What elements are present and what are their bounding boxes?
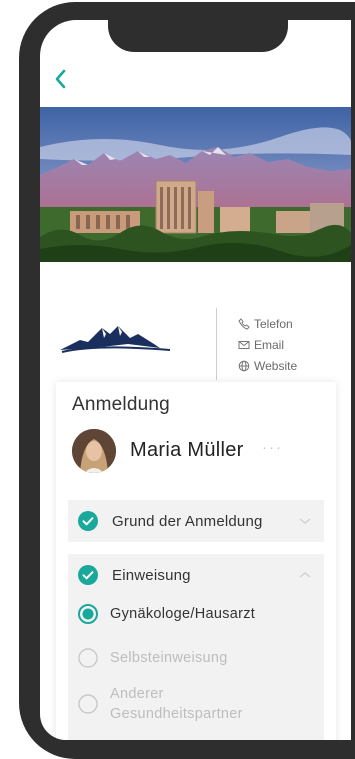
- option-anderer-gesundheitspartner[interactable]: Anderer Gesundheitspartner: [78, 684, 270, 724]
- contact-list: Telefon Email Website: [238, 313, 297, 376]
- phone-link[interactable]: Telefon: [238, 313, 297, 334]
- contact-divider: [216, 308, 217, 380]
- user-name: Maria Müller: [130, 439, 244, 461]
- hospital-hero-image: [40, 107, 351, 262]
- section-header-einweisung[interactable]: Einweisung: [68, 554, 324, 596]
- section-label-grund: Grund der Anmeldung: [112, 512, 263, 530]
- option-label: Gynäkologe/Hausarzt: [110, 606, 256, 622]
- mountain-logo: [58, 320, 176, 361]
- section-einweisung: Einweisung Gynäkologe/Hausarzt Selbstein…: [68, 554, 324, 740]
- option-label: Anderer Gesundheitspartner: [110, 686, 243, 722]
- screen: Telefon Email Website Anmeldung Maria Mü…: [40, 20, 351, 740]
- section-header-grund[interactable]: Grund der Anmeldung: [68, 500, 324, 542]
- section-label-einweisung: Einweisung: [112, 566, 191, 584]
- chevron-left-icon: [55, 69, 66, 89]
- phone-icon: [238, 317, 250, 330]
- more-options-button[interactable]: ···: [262, 439, 283, 456]
- chevron-up-icon: [299, 572, 311, 578]
- website-label: Website: [254, 358, 298, 373]
- website-link[interactable]: Website: [238, 355, 297, 376]
- chevron-down-icon: [299, 518, 311, 524]
- phone-label: Telefon: [254, 316, 293, 331]
- option-label: Selbsteinweisung: [110, 650, 228, 666]
- check-circle-icon: [78, 511, 98, 531]
- option-gynaekologe-hausarzt[interactable]: Gynäkologe/Hausarzt: [78, 604, 255, 624]
- phone-notch: [108, 20, 288, 52]
- radio-unselected-icon: [78, 648, 98, 668]
- email-label: Email: [254, 337, 285, 352]
- check-circle-icon: [78, 565, 98, 585]
- contact-section: Telefon Email Website: [40, 262, 351, 382]
- registration-card: Anmeldung Maria Müller ··· Grund der Anm…: [56, 382, 336, 740]
- email-link[interactable]: Email: [238, 334, 297, 355]
- radio-selected-icon: [78, 604, 98, 624]
- globe-icon: [238, 360, 250, 371]
- avatar: [72, 429, 116, 473]
- option-selbsteinweisung[interactable]: Selbsteinweisung: [78, 648, 228, 668]
- registration-title: Anmeldung: [72, 394, 170, 415]
- mail-icon: [238, 340, 250, 349]
- radio-unselected-icon: [78, 694, 98, 714]
- back-button[interactable]: [50, 66, 76, 94]
- section-grund-der-anmeldung: Grund der Anmeldung: [68, 500, 324, 542]
